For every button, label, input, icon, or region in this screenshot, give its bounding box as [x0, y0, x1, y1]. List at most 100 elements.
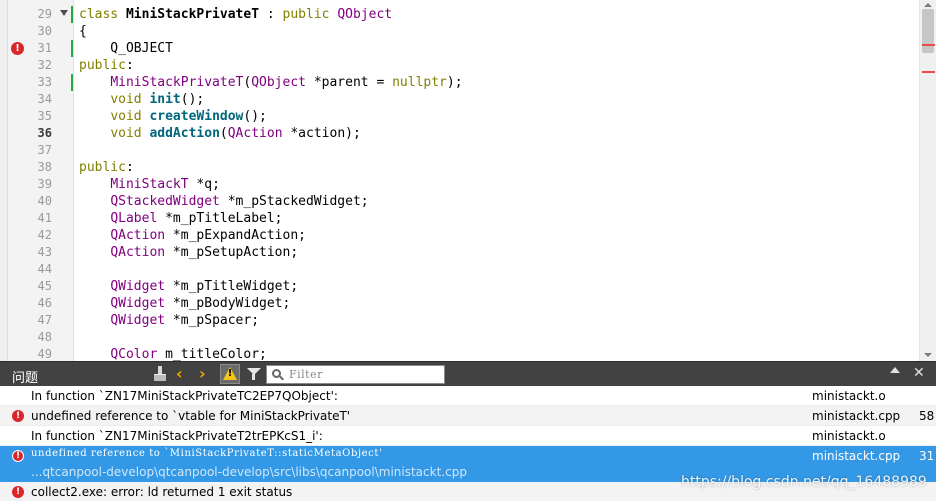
line-number: 39	[37, 177, 52, 191]
issue-file: ministackt.cpp	[812, 409, 901, 423]
code-line[interactable]: 44	[8, 261, 919, 278]
code-text: QWidget *m_pSpacer;	[110, 313, 260, 328]
scroll-down-arrow-icon[interactable]	[924, 353, 932, 357]
line-number: 29	[37, 7, 52, 21]
code-text: public:	[79, 160, 134, 175]
code-editor[interactable]: 29 class MiniStackPrivateT : public QObje…	[8, 0, 936, 361]
code-line[interactable]: 34 void init();	[8, 91, 919, 108]
show-warnings-toggle[interactable]: !	[220, 364, 240, 384]
issue-line: 31	[919, 449, 935, 463]
issues-panel-toolbar: 问题 ‹ › ! ✕	[0, 361, 936, 386]
line-number: 42	[37, 228, 52, 242]
code-line[interactable]: 37	[8, 142, 919, 159]
code-text: QColor m_titleColor;	[110, 347, 267, 361]
line-number: 37	[37, 143, 52, 157]
error-icon: !	[12, 450, 24, 462]
code-line[interactable]: 46 QWidget *m_pBodyWidget;	[8, 295, 919, 312]
code-text: Q_OBJECT	[79, 41, 173, 56]
code-text: {	[79, 24, 87, 39]
issue-row[interactable]: In function `ZN17MiniStackPrivateTC2EP7Q…	[0, 386, 936, 406]
error-icon: !	[12, 410, 24, 422]
fold-arrow-icon[interactable]	[60, 10, 68, 16]
issue-description: undefined reference to `MiniStackPrivate…	[31, 448, 383, 459]
code-line[interactable]: 48	[8, 329, 919, 346]
line-number: 35	[37, 109, 52, 123]
changed-line-marker	[71, 40, 73, 57]
issue-file-path: ...qtcanpool-develop\qtcanpool-develop\s…	[31, 465, 467, 479]
scroll-up-arrow-icon[interactable]	[924, 3, 932, 7]
code-line[interactable]: 42 QAction *m_pExpandAction;	[8, 227, 919, 244]
line-number: 40	[37, 194, 52, 208]
code-line[interactable]: 29 class MiniStackPrivateT : public QObje…	[8, 6, 919, 23]
code-line[interactable]: 36 void addAction(QAction *action);	[8, 125, 919, 142]
code-text: MiniStackT *q;	[110, 177, 220, 192]
code-line[interactable]: 32 public:	[8, 57, 919, 74]
error-icon: !	[12, 486, 24, 498]
code-line[interactable]: 38 public:	[8, 159, 919, 176]
close-panel-icon[interactable]: ✕	[913, 364, 931, 382]
line-number: 48	[37, 330, 52, 344]
filter-funnel-icon[interactable]	[246, 365, 264, 383]
code-text: QAction *m_pSetupAction;	[110, 245, 299, 260]
code-line[interactable]: 49 QColor m_titleColor;	[8, 346, 919, 361]
code-text: QWidget *m_pTitleWidget;	[110, 279, 299, 294]
line-number: 46	[37, 296, 52, 310]
code-text: public:	[79, 58, 134, 73]
line-number: 32	[37, 58, 52, 72]
issue-row[interactable]: ! undefined reference to `vtable for Min…	[0, 406, 936, 426]
code-text: QWidget *m_pBodyWidget;	[110, 296, 291, 311]
line-number: 44	[37, 262, 52, 276]
code-text: QStackedWidget *m_pStackedWidget;	[110, 194, 369, 209]
scrollbar-error-marker	[922, 44, 935, 46]
line-number: 45	[37, 279, 52, 293]
code-line[interactable]: 39 MiniStackT *q;	[8, 176, 919, 193]
issue-description: In function `ZN17MiniStackPrivateTC2EP7Q…	[31, 389, 338, 403]
code-text: void createWindow();	[110, 109, 267, 124]
issue-file: ministackt.o	[812, 389, 886, 403]
code-text: QLabel *m_pTitleLabel;	[110, 211, 283, 226]
line-number: 36	[37, 126, 52, 140]
issue-row[interactable]: In function `ZN17MiniStackPrivateT2trEPK…	[0, 426, 936, 446]
issues-panel-title: 问题	[12, 371, 39, 386]
code-line[interactable]: 30 {	[8, 23, 919, 40]
code-line[interactable]: 47 QWidget *m_pSpacer;	[8, 312, 919, 329]
issue-description: undefined reference to `vtable for MiniS…	[31, 409, 351, 423]
issue-line: 58	[919, 409, 935, 423]
issue-description: In function `ZN17MiniStackPrivateT2trEPK…	[31, 429, 323, 443]
scrollbar-thumb[interactable]	[922, 9, 934, 53]
line-number: 43	[37, 245, 52, 259]
changed-line-marker	[71, 74, 73, 91]
scrollbar-error-marker	[922, 71, 935, 73]
line-number: 47	[37, 313, 52, 327]
line-number: 30	[37, 24, 52, 38]
line-number: 31	[37, 41, 52, 55]
line-number: 41	[37, 211, 52, 225]
line-number: 33	[37, 75, 52, 89]
left-edge-strip	[0, 0, 8, 361]
code-line[interactable]: ! 31 Q_OBJECT	[8, 40, 919, 57]
code-text: void addAction(QAction *action);	[110, 126, 361, 141]
editor-scrollbar[interactable]	[919, 0, 936, 361]
line-number: 38	[37, 160, 52, 174]
code-line[interactable]: 33 MiniStackPrivateT(QObject *parent = n…	[8, 74, 919, 91]
line-number: 49	[37, 347, 52, 361]
maximize-panel-arrow-icon[interactable]	[890, 367, 900, 373]
filter-input[interactable]	[289, 367, 439, 382]
previous-item-arrow-icon[interactable]: ‹	[176, 365, 194, 383]
code-line[interactable]: 40 QStackedWidget *m_pStackedWidget;	[8, 193, 919, 210]
next-item-arrow-icon[interactable]: ›	[199, 365, 217, 383]
code-line[interactable]: 43 QAction *m_pSetupAction;	[8, 244, 919, 261]
issue-description: collect2.exe: error: ld returned 1 exit …	[31, 485, 293, 499]
filter-box	[266, 365, 445, 384]
issue-file: ministackt.cpp	[812, 449, 901, 463]
changed-line-marker	[71, 6, 73, 23]
clean-brush-icon[interactable]	[152, 365, 170, 383]
code-line[interactable]: 45 QWidget *m_pTitleWidget;	[8, 278, 919, 295]
code-text: void init();	[110, 92, 205, 107]
code-line[interactable]: 41 QLabel *m_pTitleLabel;	[8, 210, 919, 227]
code-line[interactable]: 35 void createWindow();	[8, 108, 919, 125]
code-text: MiniStackPrivateT(QObject *parent = null…	[110, 75, 463, 90]
line-number: 34	[37, 92, 52, 106]
code-text: class MiniStackPrivateT : public QObject	[79, 7, 393, 22]
watermark: https://blog.csdn.net/qq_16488989	[681, 474, 927, 490]
